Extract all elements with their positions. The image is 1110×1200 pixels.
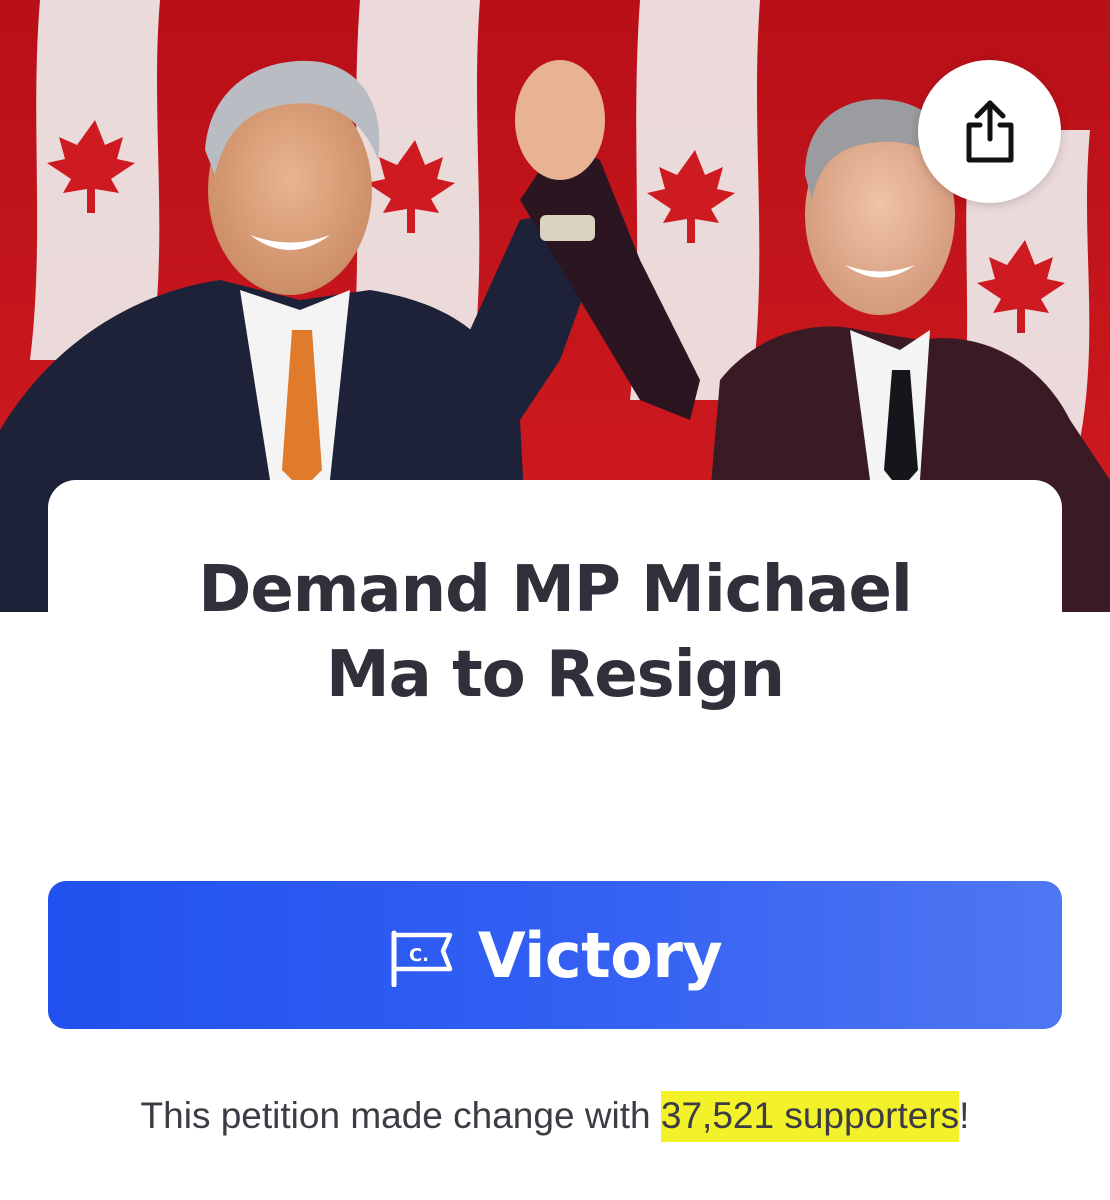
flag-icon-text: C. bbox=[409, 945, 429, 966]
petition-title-line2: Ma to Resign bbox=[325, 638, 785, 712]
change-org-flag-icon: C. bbox=[391, 930, 452, 987]
supporters-suffix: ! bbox=[959, 1095, 970, 1136]
supporters-prefix: This petition made change with bbox=[140, 1095, 661, 1136]
petition-title: Demand MP Michael Ma to Resign bbox=[0, 548, 1110, 718]
supporters-highlight: 37,521 supporters bbox=[660, 1091, 960, 1142]
victory-status-button[interactable]: C. Victory bbox=[48, 881, 1062, 1029]
supporters-word: supporters bbox=[774, 1095, 960, 1136]
petition-title-line1: Demand MP Michael bbox=[198, 553, 913, 627]
supporters-count: 37,521 bbox=[660, 1095, 775, 1136]
supporters-summary: This petition made change with 37,521 su… bbox=[0, 1091, 1110, 1142]
share-button[interactable] bbox=[918, 60, 1061, 203]
victory-label: Victory bbox=[477, 918, 723, 992]
share-upload-icon bbox=[966, 100, 1013, 162]
